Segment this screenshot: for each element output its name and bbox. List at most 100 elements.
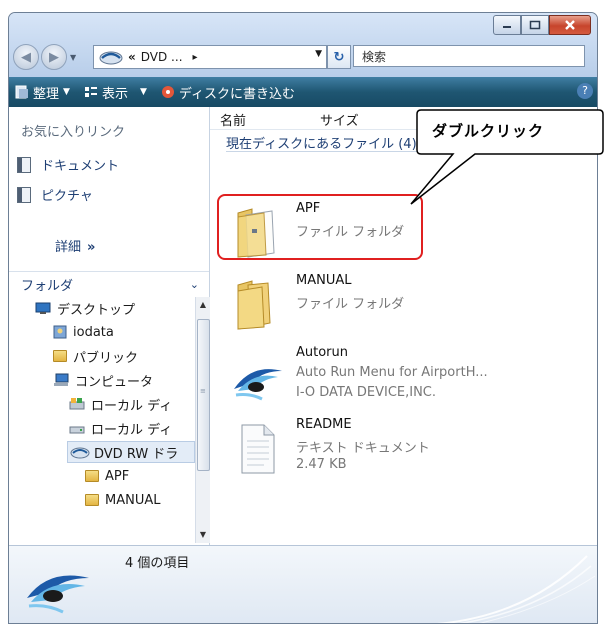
tree-label: APF bbox=[105, 468, 130, 484]
tree-label: デスクトップ bbox=[57, 302, 136, 318]
folder-tree: デスクトップ iodata パブリック コンピュータ ローカル ディ ローカル … bbox=[9, 297, 195, 543]
address-chevrons: « bbox=[128, 50, 136, 64]
file-name: Autorun bbox=[296, 345, 349, 360]
tree-scrollbar[interactable]: ▲ ≡ ▼ bbox=[195, 297, 210, 543]
tree-item-iodata[interactable]: iodata bbox=[53, 321, 114, 343]
views-icon bbox=[84, 87, 97, 97]
views-label: 表示 bbox=[101, 86, 128, 102]
organize-menu[interactable]: 整理 ▼ bbox=[15, 83, 70, 102]
details-pane: 4 個の項目 bbox=[9, 545, 597, 623]
window-controls bbox=[493, 15, 591, 35]
more-label: 詳細 bbox=[55, 240, 82, 255]
folder-icon bbox=[85, 470, 99, 482]
chevron-down-icon: ▼ bbox=[139, 87, 147, 97]
close-button[interactable] bbox=[549, 15, 591, 35]
tree-label: ローカル ディ bbox=[91, 422, 173, 438]
address-dropdown-icon[interactable]: ▼ bbox=[315, 49, 322, 59]
close-icon bbox=[565, 20, 575, 30]
navigation-pane: お気に入りリンク ドキュメント ピクチャ 詳細 » フォルダ ⌄ デスクトップ i… bbox=[9, 107, 210, 545]
text-document-icon bbox=[241, 424, 275, 474]
organize-label: 整理 bbox=[33, 86, 60, 102]
file-type: テキスト ドキュメント bbox=[296, 441, 430, 456]
dvd-drive-icon bbox=[70, 447, 90, 459]
search-placeholder: 検索 bbox=[362, 49, 387, 64]
local-disk-icon bbox=[69, 398, 85, 410]
scroll-down-icon[interactable]: ▼ bbox=[196, 527, 210, 543]
forward-button[interactable]: ▶ bbox=[41, 44, 67, 70]
back-button[interactable]: ◀ bbox=[13, 44, 39, 70]
file-type: ファイル フォルダ bbox=[296, 297, 405, 312]
tree-label: パブリック bbox=[73, 350, 139, 366]
back-arrow-icon: ◀ bbox=[21, 49, 31, 65]
tree-label: ローカル ディ bbox=[91, 398, 173, 414]
tree-item-manual[interactable]: MANUAL bbox=[85, 489, 161, 511]
history-dropdown-icon[interactable]: ▼ bbox=[70, 53, 76, 62]
column-name[interactable]: 名前 bbox=[220, 110, 246, 129]
address-path-arrow[interactable]: ▸ bbox=[193, 52, 198, 63]
minimize-icon bbox=[503, 26, 511, 28]
dvd-drive-icon bbox=[99, 51, 123, 65]
file-company: I-O DATA DEVICE,INC. bbox=[296, 385, 437, 400]
tree-item-apf[interactable]: APF bbox=[85, 465, 129, 487]
burn-button[interactable]: ディスクに書き込む bbox=[161, 83, 295, 102]
computer-icon bbox=[54, 373, 69, 386]
refresh-icon: ↻ bbox=[333, 49, 345, 65]
command-bar: 整理 ▼ 表示 ▼ ディスクに書き込む ? bbox=[9, 77, 597, 107]
desktop-icon bbox=[35, 302, 51, 314]
file-name: MANUAL bbox=[296, 273, 352, 288]
views-menu[interactable]: 表示 ▼ bbox=[84, 83, 147, 102]
favorite-documents[interactable]: ドキュメント bbox=[17, 155, 119, 174]
scrollbar-thumb[interactable]: ≡ bbox=[197, 319, 210, 471]
file-item-autorun[interactable]: Autorun Auto Run Menu for AirportH... I-… bbox=[226, 343, 586, 409]
folders-label: フォルダ bbox=[21, 278, 74, 294]
more-arrow: » bbox=[87, 240, 96, 255]
drive-icon bbox=[69, 426, 85, 434]
user-folder-icon bbox=[53, 325, 67, 339]
picture-icon bbox=[17, 186, 31, 203]
maximize-button[interactable] bbox=[521, 15, 549, 35]
grip-icon: ≡ bbox=[200, 387, 206, 395]
autorun-app-icon bbox=[234, 369, 282, 401]
file-item-manual[interactable]: MANUAL ファイル フォルダ bbox=[226, 271, 586, 337]
tree-item-desktop[interactable]: デスクトップ bbox=[35, 297, 135, 319]
folder-icon bbox=[53, 350, 67, 362]
folder-icon bbox=[237, 280, 271, 330]
chevron-down-icon: ▼ bbox=[63, 87, 70, 97]
tree-item-dvd-drive[interactable]: DVD RW ドラ bbox=[67, 441, 195, 463]
tree-item-computer[interactable]: コンピュータ bbox=[53, 369, 153, 391]
item-count: 4 個の項目 bbox=[125, 556, 190, 571]
file-list: 名前 サイズ 現在ディスクにあるファイル (4) ▲ APF ファイル フォルダ bbox=[210, 107, 597, 545]
decorative-swoosh bbox=[437, 555, 596, 623]
tree-label: MANUAL bbox=[105, 492, 161, 508]
tree-item-public[interactable]: パブリック bbox=[53, 345, 138, 367]
folders-header[interactable]: フォルダ ⌄ bbox=[9, 271, 209, 296]
file-item-readme[interactable]: README テキスト ドキュメント 2.47 KB bbox=[226, 415, 586, 481]
maximize-icon bbox=[529, 20, 541, 30]
more-links[interactable]: 詳細 » bbox=[55, 236, 95, 255]
minimize-button[interactable] bbox=[493, 15, 521, 35]
navigation-bar: ◀ ▶ ▼ « DVD ... ▸ ▼ ↻ 検索 bbox=[13, 43, 585, 71]
address-bar[interactable]: « DVD ... ▸ ▼ bbox=[93, 45, 327, 69]
title-bar: ◀ ▶ ▼ « DVD ... ▸ ▼ ↻ 検索 bbox=[9, 13, 597, 79]
tree-item-local-disk-d[interactable]: ローカル ディ bbox=[69, 417, 172, 439]
tree-item-local-disk-c[interactable]: ローカル ディ bbox=[69, 393, 172, 415]
column-size[interactable]: サイズ bbox=[320, 110, 359, 129]
favorite-label: ドキュメント bbox=[41, 159, 120, 174]
document-icon bbox=[17, 156, 31, 173]
callout-text: ダブルクリック bbox=[432, 122, 545, 140]
address-path[interactable]: DVD ... bbox=[141, 50, 183, 64]
file-size: 2.47 KB bbox=[296, 457, 347, 472]
refresh-button[interactable]: ↻ bbox=[327, 45, 351, 69]
forward-arrow-icon: ▶ bbox=[49, 49, 59, 65]
folder-icon bbox=[85, 494, 99, 506]
scroll-up-icon[interactable]: ▲ bbox=[196, 297, 210, 313]
group-header[interactable]: 現在ディスクにあるファイル (4) bbox=[226, 133, 417, 152]
tree-label: コンピュータ bbox=[75, 374, 154, 390]
search-input[interactable]: 検索 bbox=[353, 45, 585, 67]
file-name: README bbox=[296, 417, 352, 432]
favorite-pictures[interactable]: ピクチャ bbox=[17, 185, 93, 204]
chevron-down-icon: ⌄ bbox=[189, 277, 199, 291]
tree-label: iodata bbox=[73, 324, 114, 340]
help-icon[interactable]: ? bbox=[577, 83, 593, 99]
favorite-label: ピクチャ bbox=[41, 189, 93, 204]
